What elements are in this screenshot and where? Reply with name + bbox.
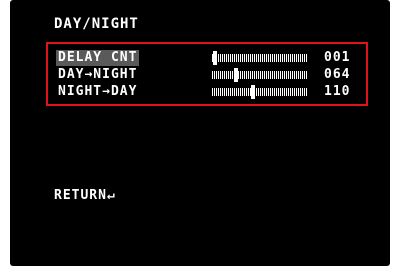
menu-item-value: 064 (324, 67, 351, 82)
slider-thumb[interactable] (212, 51, 217, 65)
menu-item-label: NIGHT→DAY (58, 84, 138, 99)
osd-screen: DAY/NIGHT DELAY CNT 001 DAY→NIGHT 064 NI… (10, 0, 390, 266)
menu-item-delay-cnt[interactable]: DELAY CNT 001 (56, 50, 362, 66)
menu-item-day-night[interactable]: DAY→NIGHT 064 (56, 67, 362, 83)
settings-box: DELAY CNT 001 DAY→NIGHT 064 NIGHT→DAY 11… (46, 42, 368, 106)
delay-cnt-slider[interactable] (212, 51, 308, 65)
slider-thumb[interactable] (234, 68, 238, 82)
menu-item-label: DAY→NIGHT (58, 67, 138, 82)
slider-thumb[interactable] (251, 85, 256, 99)
menu-title: DAY/NIGHT (54, 16, 139, 32)
menu-item-night-day[interactable]: NIGHT→DAY 110 (56, 84, 362, 100)
night-day-slider[interactable] (212, 85, 308, 99)
menu-item-value: 110 (324, 84, 351, 99)
menu-item-value: 001 (324, 50, 351, 65)
day-night-slider[interactable] (212, 68, 308, 82)
return-option[interactable]: RETURN↵ (54, 188, 116, 203)
menu-item-label: DELAY CNT (56, 50, 140, 66)
